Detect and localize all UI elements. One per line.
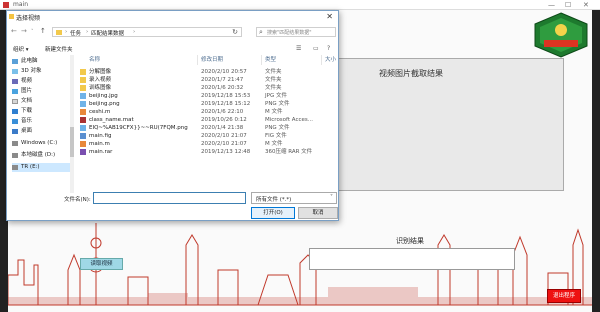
document-icon <box>12 99 18 104</box>
nav-item-music[interactable]: 音乐 <box>12 117 72 126</box>
result-panel-title: 视频图片截取结果 <box>379 69 443 78</box>
folder-icon <box>80 85 86 91</box>
navigation-pane: 此电脑 3D 对象 视频 图片 文档 下载 音乐 桌面 Windows (C:)… <box>9 55 72 193</box>
preview-pane-icon[interactable]: ▭ <box>313 45 319 52</box>
academy-badge-logo <box>532 12 590 58</box>
column-header-name[interactable]: 名称 <box>89 55 100 65</box>
file-row[interactable]: main.rar 2019/12/13 12:48 360压缩 RAR 文件 <box>77 148 339 156</box>
forward-arrow-icon[interactable]: → <box>21 27 27 35</box>
filetype-value: 所有文件 (*.*) <box>256 197 292 203</box>
recent-locations-icon[interactable]: ˅ <box>31 29 34 35</box>
recognition-result-box <box>309 248 515 270</box>
breadcrumb-item[interactable]: 匹配结果数据 <box>91 29 124 37</box>
drive-icon <box>12 165 18 170</box>
file-row[interactable]: class_name.mat 2019/10/26 0:12 Microsoft A… <box>77 116 339 124</box>
nav-item-this-pc[interactable]: 此电脑 <box>12 57 72 66</box>
app-icon <box>3 2 9 8</box>
nav-item-videos[interactable]: 视频 <box>12 77 72 86</box>
nav-item-3d-objects[interactable]: 3D 对象 <box>12 67 72 76</box>
music-icon <box>12 119 18 124</box>
dialog-toolbar: 组织 ▾ 新建文件夹 ☰ ▭ ? <box>7 43 338 55</box>
right-border <box>592 10 600 312</box>
picture-icon <box>12 89 18 94</box>
file-row[interactable]: beijing.png 2019/12/18 15:12 PNG 文件 <box>77 100 339 108</box>
image-file-icon <box>80 101 86 107</box>
scrollbar-thumb[interactable] <box>70 127 74 157</box>
chevron-down-icon: ˅ <box>330 194 333 201</box>
folder-icon <box>80 69 86 75</box>
nav-item-documents[interactable]: 文档 <box>12 97 72 106</box>
back-arrow-icon[interactable]: ← <box>11 27 17 35</box>
dialog-title: 选择视频 <box>16 15 41 22</box>
nav-item-drive-d[interactable]: 本地磁盘 (D:) <box>12 151 72 160</box>
drive-icon <box>12 141 18 146</box>
dialog-navigation-bar: ← → ˅ ↑ › 任务 › 匹配结果数据 › ↻ ⌕ 搜索"匹配结果数据" <box>7 25 338 39</box>
dialog-app-icon <box>9 14 14 19</box>
result-image-panel: 视频图片截取结果 <box>338 58 564 191</box>
file-row[interactable]: main.m 2020/2/10 21:07 M 文件 <box>77 140 339 148</box>
download-icon <box>12 109 18 114</box>
help-icon[interactable]: ? <box>327 45 330 52</box>
file-open-dialog: 选择视频 ✕ ← → ˅ ↑ › 任务 › 匹配结果数据 › ↻ ⌕ 搜索"匹配… <box>6 10 339 221</box>
column-header-type[interactable]: 类型 <box>265 55 276 65</box>
mat-file-icon <box>80 117 86 123</box>
new-folder-button[interactable]: 新建文件夹 <box>45 45 73 53</box>
up-arrow-icon[interactable]: ↑ <box>40 27 46 35</box>
nav-item-downloads[interactable]: 下载 <box>12 107 72 116</box>
drive-icon <box>12 153 18 158</box>
folder-icon <box>80 77 86 83</box>
file-row[interactable]: EIQ~%AB19CFX}}~~RU(7FQM.png 2020/1/4 21:3… <box>77 124 339 132</box>
filename-input[interactable] <box>93 192 246 204</box>
search-icon: ⌕ <box>259 28 263 36</box>
m-file-icon <box>80 141 86 147</box>
m-file-icon <box>80 109 86 115</box>
maximize-icon[interactable]: ☐ <box>565 1 571 9</box>
close-icon[interactable]: ✕ <box>583 1 589 9</box>
column-header-size[interactable]: 大小 <box>325 55 336 65</box>
file-row[interactable]: 训练图像 2020/1/6 20:32 文件夹 <box>77 84 339 92</box>
file-row[interactable]: beijing.jpg 2019/12/18 15:53 JPG 文件 <box>77 92 339 100</box>
file-row[interactable]: ceshi.m 2020/1/6 22:10 M 文件 <box>77 108 339 116</box>
file-row[interactable]: main.fig 2020/2/10 21:07 FIG 文件 <box>77 132 339 140</box>
filetype-select[interactable]: 所有文件 (*.*) ˅ <box>251 192 337 204</box>
nav-item-pictures[interactable]: 图片 <box>12 87 72 96</box>
column-header-date[interactable]: 修改日期 <box>201 55 223 65</box>
folder-icon <box>56 30 62 35</box>
dialog-titlebar: 选择视频 ✕ <box>7 11 338 23</box>
navigation-scrollbar[interactable] <box>70 55 74 193</box>
read-video-button[interactable]: 读取视频 <box>80 258 123 270</box>
file-list: 名称 修改日期 类型 大小 分解图像 2020/2/10 20:57 文件夹 录入视… <box>77 55 339 193</box>
search-input[interactable]: ⌕ 搜索"匹配结果数据" <box>256 27 336 37</box>
view-options-icon[interactable]: ☰ <box>296 45 301 52</box>
address-bar[interactable]: › 任务 › 匹配结果数据 › ↻ <box>52 27 242 37</box>
cancel-button[interactable]: 取消 <box>298 207 338 219</box>
nav-item-drive-e[interactable]: TR (E:) <box>12 163 72 172</box>
image-file-icon <box>80 125 86 131</box>
desktop-icon <box>12 129 18 134</box>
recognition-result-title: 识别结果 <box>396 237 424 245</box>
image-file-icon <box>80 93 86 99</box>
video-icon <box>12 79 18 84</box>
fig-file-icon <box>80 133 86 139</box>
file-row[interactable]: 录入视频 2020/1/7 21:47 文件夹 <box>77 76 339 84</box>
app-titlebar: main — ☐ ✕ <box>0 0 600 10</box>
computer-icon <box>12 59 18 64</box>
breadcrumb-item[interactable]: 任务 <box>70 29 81 37</box>
file-row[interactable]: 分解图像 2020/2/10 20:57 文件夹 <box>77 68 339 76</box>
app-title: main <box>13 1 28 8</box>
refresh-icon[interactable]: ↻ <box>232 28 238 36</box>
open-button[interactable]: 打开(O) <box>251 207 295 219</box>
organize-menu[interactable]: 组织 ▾ <box>13 45 29 53</box>
cube-icon <box>12 69 18 74</box>
nav-item-drive-c[interactable]: Windows (C:) <box>12 139 72 148</box>
dialog-close-icon[interactable]: ✕ <box>326 12 333 21</box>
exit-button[interactable]: 退出程序 <box>547 289 581 303</box>
filename-label: 文件名(N): <box>64 197 91 203</box>
nav-item-desktop[interactable]: 桌面 <box>12 127 72 136</box>
archive-file-icon <box>80 149 86 155</box>
search-placeholder: 搜索"匹配结果数据" <box>267 30 312 36</box>
minimize-icon[interactable]: — <box>548 1 555 9</box>
